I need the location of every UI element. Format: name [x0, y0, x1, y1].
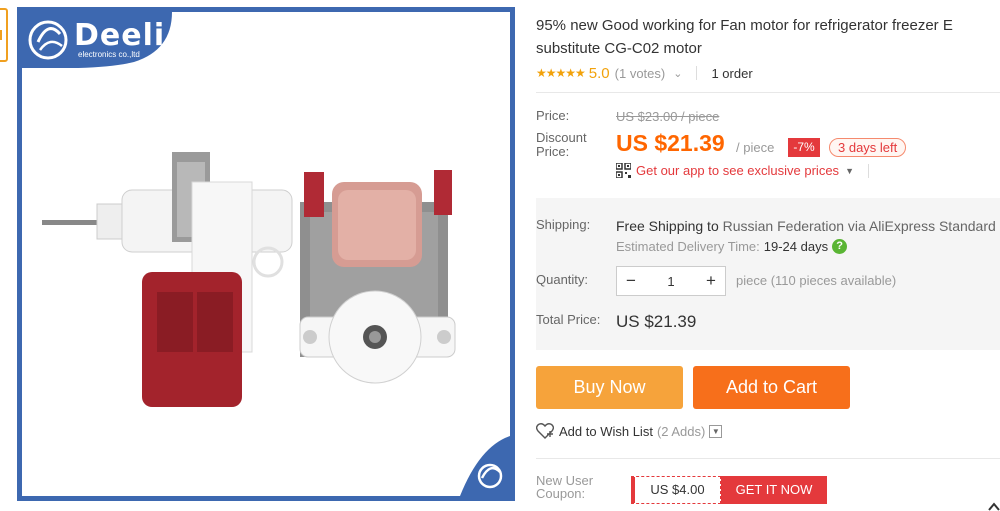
- eta-days: 19-24 days: [763, 239, 829, 254]
- get-coupon-button[interactable]: GET IT NOW: [721, 476, 827, 504]
- app-promo-divider: [867, 163, 869, 178]
- rating-score[interactable]: 5.0: [589, 65, 610, 82]
- rating-votes[interactable]: (1 votes): [615, 66, 666, 81]
- total-price: US $21.39: [616, 312, 697, 331]
- brand-watermark-logo: [460, 436, 510, 496]
- total-price-label: Total Price:: [536, 312, 601, 327]
- rating-stars: ★★★★★: [536, 66, 586, 80]
- discount-label-line1: Discount: [536, 130, 587, 145]
- coupon-amount: US $4.00: [631, 476, 721, 504]
- coupon-label-line2: Coupon:: [536, 486, 586, 501]
- product-image[interactable]: Deeli electronics co.,ltd: [17, 7, 515, 501]
- add-to-cart-button[interactable]: Add to Cart: [693, 366, 850, 409]
- quantity-increase-button[interactable]: +: [697, 271, 725, 291]
- shipping-to-text: to: [703, 218, 723, 234]
- scroll-up-icon[interactable]: [988, 501, 1000, 511]
- discount-percent-badge: -7%: [788, 138, 820, 157]
- buy-now-button[interactable]: Buy Now: [536, 366, 683, 409]
- thumbnail-strip: [0, 8, 10, 62]
- quantity-decrease-button[interactable]: −: [617, 271, 645, 291]
- order-count: 1 order: [711, 65, 753, 81]
- per-piece-unit: / piece: [736, 140, 775, 155]
- app-promo-text[interactable]: Get our app to see exclusive prices: [636, 163, 839, 178]
- quantity-available: piece (110 pieces available): [736, 273, 897, 288]
- thumbnail-selected[interactable]: [0, 8, 8, 62]
- motor-illustration: [42, 152, 456, 407]
- brand-name: Deeli: [74, 18, 166, 53]
- discount-label-line2: Price:: [536, 144, 570, 159]
- divider: [536, 458, 1000, 459]
- wishlist-label[interactable]: Add to Wish List: [559, 424, 653, 439]
- price-label: Price:: [536, 108, 570, 123]
- thumbnail-indicator: [0, 30, 2, 40]
- free-shipping-text: Free Shipping: [616, 218, 704, 234]
- wishlist-count: (2 Adds): [656, 423, 706, 439]
- brand-tagline: electronics co.,ltd: [78, 50, 140, 59]
- caret-down-icon[interactable]: ▼: [845, 166, 854, 176]
- divider: [536, 92, 1000, 93]
- qr-code-icon: [616, 163, 631, 178]
- discount-price-label: Discount Price:: [536, 131, 587, 159]
- product-title: 95% new Good working for Fan motor for r…: [536, 14, 1000, 60]
- product-info-panel: 95% new Good working for Fan motor for r…: [536, 0, 1000, 511]
- eta-label: Estimated Delivery Time:: [616, 239, 760, 254]
- app-promo-link[interactable]: Get our app to see exclusive prices ▼: [616, 163, 869, 178]
- quantity-stepper[interactable]: − +: [616, 266, 726, 296]
- rating-row: ★★★★★ 5.0 (1 votes) ⌄ 1 order: [536, 63, 753, 83]
- heart-icon: [536, 423, 554, 439]
- chevron-down-icon[interactable]: ▼: [709, 424, 723, 438]
- quantity-input[interactable]: [645, 273, 697, 289]
- delivery-estimate: Estimated Delivery Time: 19-24 days ?: [616, 239, 848, 254]
- question-icon[interactable]: ?: [832, 239, 848, 254]
- quantity-label: Quantity:: [536, 272, 589, 287]
- days-left-badge: 3 days left: [829, 138, 907, 157]
- shipping-destination[interactable]: Russian Federation via AliExpress Standa…: [723, 218, 996, 234]
- coupon-label: New User Coupon:: [536, 474, 593, 500]
- shipping-info[interactable]: Free Shipping to Russian Federation via …: [616, 218, 996, 234]
- add-to-wishlist[interactable]: Add to Wish List (2 Adds) ▼: [536, 423, 723, 439]
- discount-price: US $21.39: [616, 130, 725, 156]
- chevron-down-icon[interactable]: ⌄: [673, 67, 682, 80]
- rating-divider: [696, 66, 698, 80]
- original-price: US $23.00 / piece: [616, 109, 720, 124]
- product-title-line2: substitute CG-C02 motor: [536, 40, 702, 57]
- shipping-label: Shipping:: [536, 217, 591, 232]
- new-user-coupon: US $4.00 GET IT NOW: [631, 476, 827, 504]
- product-title-line1: 95% new Good working for Fan motor for r…: [536, 17, 953, 34]
